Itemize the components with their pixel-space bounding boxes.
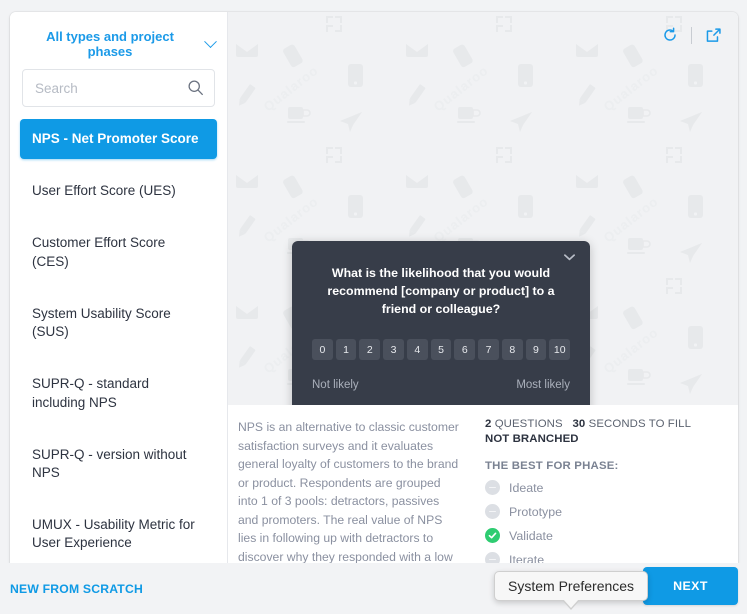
phase-row: Prototype	[485, 504, 726, 519]
action-divider	[691, 26, 692, 44]
open-external-icon[interactable]	[702, 24, 724, 46]
scale-left-label: Not likely	[312, 379, 359, 391]
minus-icon	[485, 480, 500, 495]
phase-label: Ideate	[509, 480, 544, 495]
branching-status: NOT BRANCHED	[485, 433, 579, 445]
phase-label: Prototype	[509, 504, 563, 519]
filter-row: All types and project phases	[10, 12, 227, 69]
template-list-item[interactable]: NPS - Net Promoter Score	[20, 119, 217, 160]
phase-row: Ideate	[485, 480, 726, 495]
search-field-wrapper	[22, 69, 215, 107]
nps-scale-button[interactable]: 10	[549, 339, 571, 360]
filter-dropdown-button[interactable]: All types and project phases	[22, 29, 217, 59]
template-description: NPS is an alternative to classic custome…	[238, 420, 459, 563]
template-meta: 2 QUESTIONS 30 SECONDS TO FILL NOT BRANC…	[483, 418, 738, 563]
app-window: All types and project phases NPS - Net P…	[0, 0, 747, 614]
next-button[interactable]: NEXT	[643, 567, 738, 605]
phase-label: Iterate	[509, 552, 545, 564]
nps-scale[interactable]: 0 1 2 3 4 5 6 7 8 9 10	[312, 339, 571, 360]
refresh-icon[interactable]	[659, 24, 681, 46]
scale-right-label: Most likely	[516, 379, 570, 391]
search-input[interactable]	[22, 69, 215, 107]
survey-preview-area: Qualaroo	[228, 12, 738, 405]
nps-scale-button[interactable]: 9	[525, 339, 547, 360]
nps-scale-button[interactable]: 1	[335, 339, 357, 360]
survey-popup: What is the likelihood that you would re…	[292, 241, 590, 405]
nps-scale-button[interactable]: 7	[478, 339, 499, 360]
survey-question: What is the likelihood that you would re…	[327, 266, 555, 317]
meta-counts: 2 QUESTIONS 30 SECONDS TO FILL	[485, 418, 726, 430]
nps-scale-button[interactable]: 2	[359, 339, 381, 360]
template-picker-card: All types and project phases NPS - Net P…	[10, 12, 738, 563]
template-list[interactable]: NPS - Net Promoter Score User Effort Scor…	[10, 119, 227, 563]
chevron-down-icon[interactable]	[563, 251, 576, 264]
questions-count: 2	[485, 418, 492, 430]
nps-scale-button[interactable]: 8	[501, 339, 523, 360]
phase-label: Validate	[509, 528, 553, 543]
nps-scale-button[interactable]: 4	[406, 339, 428, 360]
nps-scale-button[interactable]: 5	[430, 339, 452, 360]
template-list-item[interactable]: System Usability Score (SUS)	[20, 294, 217, 352]
nps-scale-button[interactable]: 3	[383, 339, 404, 360]
seconds-label: SECONDS TO FILL	[588, 418, 691, 430]
phase-row: Validate	[485, 528, 726, 543]
template-list-item[interactable]: Customer Effort Score (CES)	[20, 223, 217, 281]
preview-actions	[659, 24, 724, 46]
phase-list: Ideate Prototype Validate Iterate	[485, 480, 726, 563]
phase-row: Iterate	[485, 552, 726, 563]
seconds-count: 30	[572, 418, 586, 430]
new-from-scratch-button[interactable]: NEW FROM SCRATCH	[10, 582, 143, 596]
scale-endpoint-labels: Not likely Most likely	[312, 379, 570, 391]
questions-label: QUESTIONS	[494, 418, 563, 430]
nps-scale-button[interactable]: 0	[312, 339, 333, 360]
template-detail-pane: Qualaroo	[228, 12, 738, 563]
check-icon	[485, 528, 500, 543]
template-list-item[interactable]: UMUX - Usability Metric for User Experie…	[20, 505, 217, 563]
template-list-item[interactable]: SUPR-Q - standard including NPS	[20, 364, 217, 422]
phase-title: THE BEST FOR PHASE:	[485, 460, 619, 472]
system-preferences-tooltip: System Preferences	[494, 571, 649, 601]
minus-icon	[485, 552, 500, 563]
minus-icon	[485, 504, 500, 519]
template-sidebar: All types and project phases NPS - Net P…	[10, 12, 228, 563]
filter-dropdown-label: All types and project phases	[46, 29, 174, 59]
template-info: NPS is an alternative to classic custome…	[228, 405, 738, 563]
chevron-down-icon	[204, 34, 217, 48]
nps-scale-button[interactable]: 6	[454, 339, 476, 360]
template-list-item[interactable]: SUPR-Q - version without NPS	[20, 435, 217, 493]
template-list-item[interactable]: User Effort Score (UES)	[20, 171, 217, 211]
